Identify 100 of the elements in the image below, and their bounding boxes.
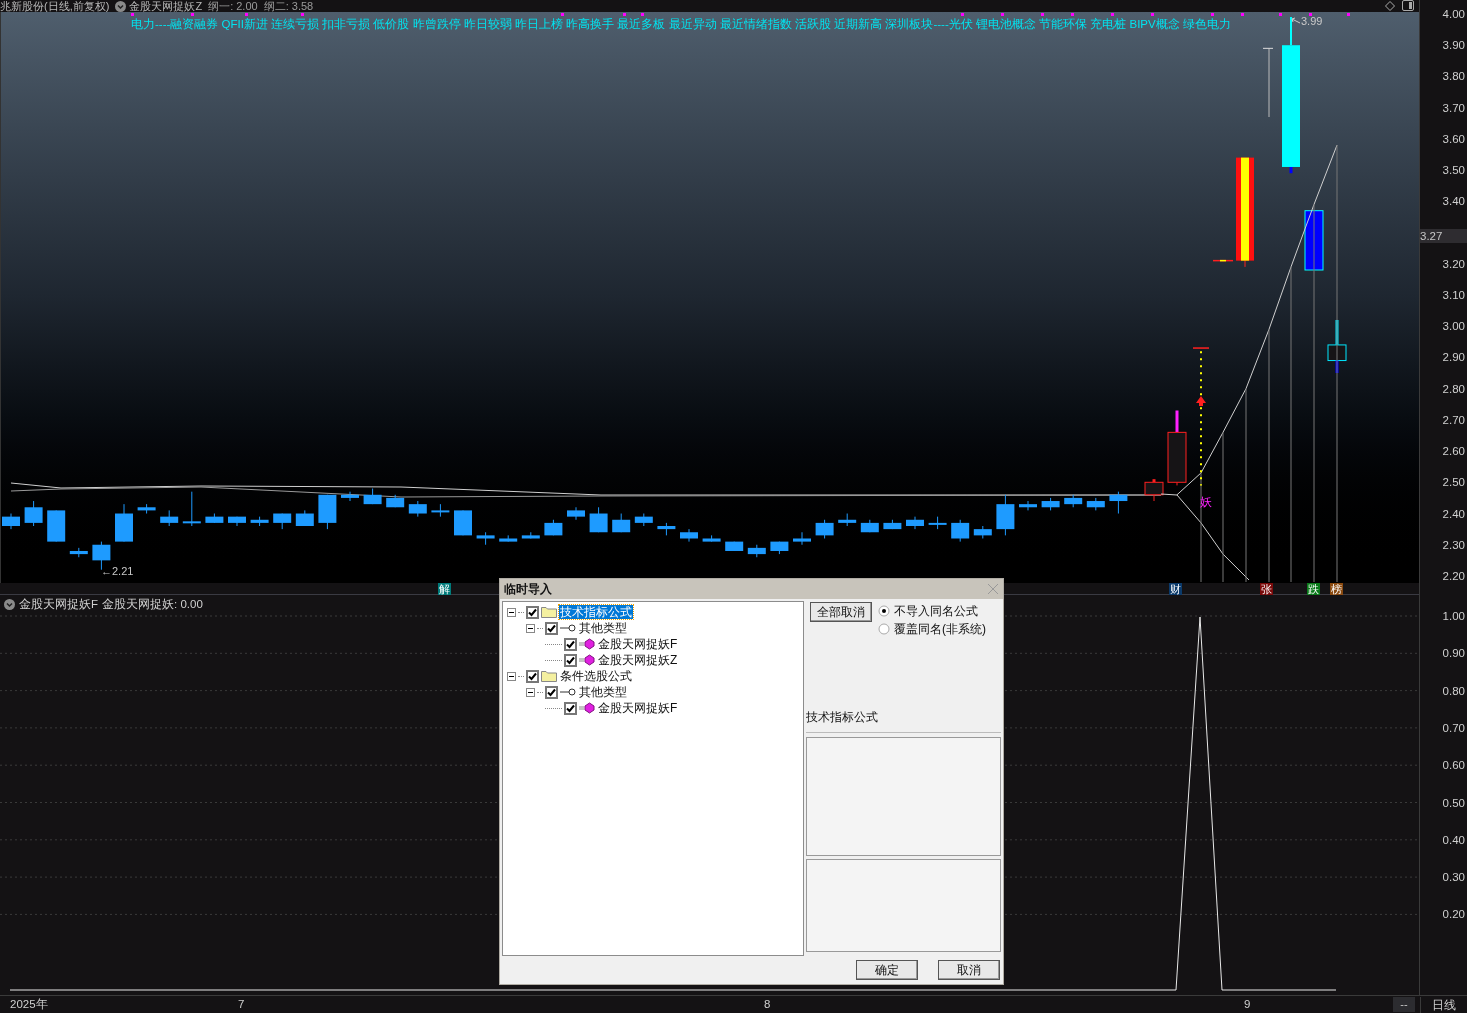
- event-marker: 解: [438, 583, 451, 595]
- candlestick: [612, 513, 631, 533]
- checkbox[interactable]: [564, 653, 577, 667]
- candlestick: [431, 503, 450, 518]
- candlestick: [295, 509, 314, 527]
- cancel-button[interactable]: 取消: [938, 960, 1000, 980]
- tree-item[interactable]: 其他类型: [578, 685, 628, 699]
- candlestick: [544, 519, 563, 536]
- indicator-axis-label: 0.80: [1442, 684, 1465, 697]
- price-axis-label: 3.50: [1442, 164, 1465, 177]
- low-price-label: ←2.21: [101, 565, 134, 577]
- key-icon: [560, 624, 576, 632]
- indicator-reading: 纲一: 2.00: [208, 0, 258, 12]
- folder-icon: [541, 606, 557, 618]
- candlestick: [273, 513, 292, 530]
- ok-button[interactable]: 确定: [856, 960, 918, 980]
- diamond-icon[interactable]: [1385, 1, 1395, 11]
- candlestick: [747, 544, 766, 558]
- checkbox[interactable]: [526, 605, 539, 619]
- gem-icon: [579, 702, 595, 714]
- price-axis-label: 2.60: [1442, 445, 1465, 458]
- candlestick: [499, 534, 518, 543]
- event-marker: 张: [1260, 583, 1273, 595]
- candlestick: [634, 513, 653, 527]
- radio-button[interactable]: [878, 605, 890, 617]
- candlestick: [115, 503, 133, 543]
- candlestick: [69, 547, 88, 558]
- candlestick: [589, 506, 608, 533]
- indicator-axis-label: 0.20: [1442, 908, 1465, 921]
- indicator-axis-label: 0.90: [1442, 647, 1465, 660]
- candlestick: [815, 519, 834, 539]
- candlestick: [160, 509, 179, 527]
- signal-label: 妖: [1200, 496, 1212, 509]
- candlestick: [228, 516, 246, 527]
- date-axis-label: 9: [1244, 998, 1251, 1011]
- candlestick: [24, 500, 43, 527]
- checkbox[interactable]: [564, 701, 577, 715]
- candlestick: [657, 522, 676, 536]
- indicator-axis-label: 0.70: [1442, 721, 1465, 734]
- dropdown-icon[interactable]: [115, 0, 127, 12]
- candlestick: [838, 513, 857, 527]
- price-axis-label: 3.10: [1442, 288, 1465, 301]
- candlestick: [182, 491, 201, 527]
- panel-icon[interactable]: [1402, 0, 1414, 11]
- radio-label: 覆盖同名(非系统): [894, 622, 986, 636]
- dropdown-icon[interactable]: [4, 599, 15, 610]
- indicator-axis-label: 0.40: [1442, 833, 1465, 846]
- candlestick: [341, 491, 359, 502]
- collapse-icon[interactable]: [526, 623, 535, 633]
- current-price-label: 3.27: [1420, 229, 1467, 243]
- price-axis-label: 3.90: [1442, 39, 1465, 52]
- candlestick: [1064, 494, 1083, 508]
- checkbox[interactable]: [564, 637, 577, 651]
- tree-item[interactable]: 金股天网捉妖F: [597, 637, 679, 651]
- candlestick: [386, 494, 405, 508]
- candlestick: [906, 516, 924, 530]
- checkbox[interactable]: [526, 669, 539, 683]
- event-marker: 跌: [1307, 583, 1320, 595]
- indicator-name: 金股天网捉妖Z: [129, 0, 203, 12]
- price-axis-label: 2.40: [1442, 507, 1465, 520]
- candlestick: [883, 519, 902, 530]
- folder-icon: [541, 670, 557, 682]
- candlestick: [1041, 497, 1060, 511]
- candlestick: [363, 488, 382, 505]
- date-axis-label: 7: [238, 998, 245, 1011]
- gem-icon: [579, 654, 595, 666]
- candlestick: [454, 509, 472, 536]
- stock-title: 兆新股份(日线,前复权): [0, 0, 110, 12]
- price-axis-label: 2.20: [1442, 569, 1465, 582]
- price-axis-label: 3.40: [1442, 195, 1465, 208]
- tree-item[interactable]: 技术指标公式: [559, 605, 633, 619]
- candlestick: [928, 516, 947, 530]
- checkbox[interactable]: [545, 621, 558, 635]
- candlestick: [1327, 319, 1347, 374]
- price-axis-label: 3.60: [1442, 132, 1465, 145]
- radio-button[interactable]: [878, 623, 890, 635]
- checkbox[interactable]: [545, 685, 558, 699]
- clear-all-button[interactable]: 全部取消: [810, 602, 872, 622]
- collapse-icon[interactable]: [507, 607, 516, 617]
- candlestick: [973, 525, 992, 539]
- price-axis-label: 3.20: [1442, 257, 1465, 270]
- price-axis-label: 2.80: [1442, 382, 1465, 395]
- candlestick: [680, 528, 698, 543]
- candlestick: [1109, 491, 1128, 514]
- period-tab[interactable]: 日线: [1420, 997, 1467, 1013]
- indicator-name: 金股天网捉妖F: [19, 598, 99, 611]
- candlestick: [137, 503, 156, 514]
- tree-item[interactable]: 金股天网捉妖F: [597, 701, 679, 715]
- candlestick: [702, 534, 721, 543]
- candlestick: [2, 513, 20, 530]
- tree-item[interactable]: 条件选股公式: [559, 669, 633, 683]
- tree-item[interactable]: 其他类型: [578, 621, 628, 635]
- event-marker: 榜: [1330, 583, 1343, 595]
- collapse-icon[interactable]: [526, 687, 535, 697]
- price-axis-label: 2.70: [1442, 413, 1465, 426]
- indicator-axis-label: 0.50: [1442, 796, 1465, 809]
- indicator-axis-label: 1.00: [1442, 610, 1465, 622]
- tree-item[interactable]: 金股天网捉妖Z: [597, 653, 679, 667]
- scroll-button[interactable]: --: [1393, 997, 1415, 1012]
- collapse-icon[interactable]: [507, 671, 516, 681]
